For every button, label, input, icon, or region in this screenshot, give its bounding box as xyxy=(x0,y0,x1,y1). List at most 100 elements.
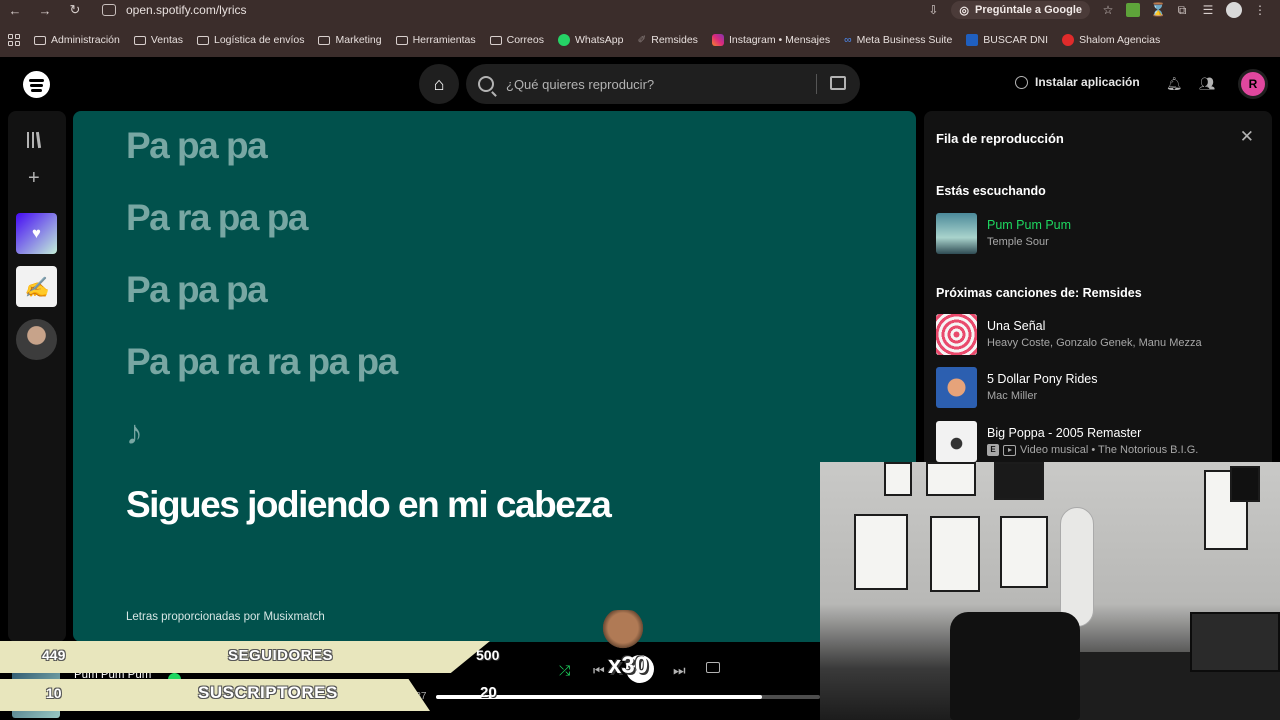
playlist-tile[interactable]: ✍ xyxy=(16,266,57,307)
site-settings-icon[interactable] xyxy=(102,4,116,16)
bookmark-meta[interactable]: ∞ Meta Business Suite xyxy=(844,34,952,46)
extension-orange-icon[interactable]: ⌛ xyxy=(1150,3,1166,17)
previous-icon[interactable]: ⏮ xyxy=(593,663,605,679)
bell-icon[interactable]: 🔔︎ xyxy=(1166,76,1183,92)
bookmark-ventas[interactable]: Ventas xyxy=(133,34,183,46)
bookmark-marketing[interactable]: Marketing xyxy=(318,34,382,46)
queue-panel: Fila de reproducción ✕ Estás escuchando … xyxy=(924,111,1272,466)
bookmark-label: WhatsApp xyxy=(574,34,624,46)
install-app-icon[interactable]: ⇩ xyxy=(925,3,941,17)
install-app-button[interactable]: Instalar aplicación xyxy=(1015,75,1140,89)
track-title[interactable]: 5 Dollar Pony Rides xyxy=(987,372,1097,386)
lyrics-panel: Pa pa pa Pa ra pa pa Pa pa pa Pa pa ra r… xyxy=(73,111,916,642)
artist-tile[interactable] xyxy=(16,319,57,360)
library-sidebar: + ♥ ✍ xyxy=(8,111,66,642)
bookmark-whatsapp[interactable]: WhatsApp xyxy=(557,34,624,46)
music-note-icon: ♪ xyxy=(126,414,143,452)
home-button[interactable]: ⌂ xyxy=(419,64,459,104)
track-title[interactable]: Big Poppa - 2005 Remaster xyxy=(987,426,1198,440)
url-text[interactable]: open.spotify.com/lyrics xyxy=(126,3,247,17)
repeat-icon[interactable] xyxy=(706,662,720,673)
profile-avatar[interactable] xyxy=(1226,2,1242,18)
address-bar[interactable]: open.spotify.com/lyrics xyxy=(102,0,247,20)
reload-icon[interactable]: ↻ xyxy=(60,2,90,18)
google-lens-icon: ◎ xyxy=(959,4,970,17)
track-artist[interactable]: Mac Miller xyxy=(987,390,1097,402)
forward-icon[interactable]: → xyxy=(30,3,60,18)
track-artist[interactable]: Temple Sour xyxy=(987,236,1071,248)
office-chair xyxy=(950,612,1080,720)
queue-item-now[interactable]: Pum Pum Pum Temple Sour xyxy=(936,212,1071,254)
bookmark-logistica[interactable]: Logística de envíos xyxy=(197,34,304,46)
bookmark-label: Marketing xyxy=(335,34,382,46)
back-icon[interactable]: ← xyxy=(0,3,30,18)
user-avatar[interactable]: R xyxy=(1238,69,1268,99)
track-title[interactable]: Una Señal xyxy=(987,319,1202,333)
instagram-icon xyxy=(711,34,724,46)
browse-icon[interactable] xyxy=(830,76,846,90)
friends-icon[interactable]: 👥︎ xyxy=(1199,76,1216,92)
lyric-line[interactable]: Pa ra pa pa xyxy=(126,197,308,239)
wall-frame xyxy=(994,462,1044,500)
next-up-heading: Próximas canciones de: Remsides xyxy=(936,286,1142,300)
lyric-line[interactable]: Pa pa pa xyxy=(126,269,268,311)
album-art xyxy=(936,420,977,462)
extension-green-icon[interactable] xyxy=(1126,3,1140,17)
bookmark-administracion[interactable]: Administración xyxy=(34,34,120,46)
spotify-logo-icon[interactable] xyxy=(23,71,50,98)
toolbar-gap xyxy=(0,20,1280,28)
ask-google-button[interactable]: ◎ Pregúntale a Google xyxy=(951,1,1090,19)
subscribers-goal-banner: 10 SUSCRIPTORES 20 xyxy=(0,679,560,711)
search-bar[interactable] xyxy=(466,64,860,104)
spotify-header: ⌂ Instalar aplicación 🔔︎ 👥︎ R xyxy=(0,57,1280,111)
lyric-line[interactable]: Pa pa ra ra pa pa xyxy=(126,341,398,383)
remsides-icon: ✐ xyxy=(637,34,647,46)
wall-frame xyxy=(1000,516,1048,588)
apps-grid-icon[interactable] xyxy=(8,34,20,46)
folder-icon xyxy=(318,35,331,45)
extensions-puzzle-icon[interactable]: ⧉ xyxy=(1174,3,1190,17)
lyric-line-active[interactable]: Sigues jodiendo en mi cabeza xyxy=(126,484,612,526)
multiplier-label: x30 xyxy=(608,652,649,679)
install-app-label: Instalar aplicación xyxy=(1035,75,1140,89)
bookmark-buscar-dni[interactable]: BUSCAR DNI xyxy=(966,34,1048,46)
liked-songs-tile[interactable]: ♥ xyxy=(16,213,57,254)
bookmark-label: Meta Business Suite xyxy=(856,34,953,46)
track-title[interactable]: Pum Pum Pum xyxy=(987,218,1071,232)
wall-frame xyxy=(884,462,912,496)
bookmark-remsides[interactable]: ✐ Remsides xyxy=(637,34,698,46)
menu-kebab-icon[interactable]: ⋮ xyxy=(1252,3,1268,17)
close-icon[interactable]: ✕ xyxy=(1240,127,1254,147)
monitor xyxy=(1190,612,1280,672)
bookmark-star-icon[interactable]: ☆ xyxy=(1100,3,1116,17)
followers-goal: 500 xyxy=(476,647,500,663)
library-icon[interactable] xyxy=(27,131,47,149)
track-artist[interactable]: Video musical • The Notorious B.I.G. xyxy=(1020,444,1198,456)
now-playing-heading: Estás escuchando xyxy=(936,184,1046,198)
bookmark-label: Shalom Agencias xyxy=(1079,34,1161,46)
track-artist[interactable]: Heavy Coste, Gonzalo Genek, Manu Mezza xyxy=(987,337,1202,349)
queue-item[interactable]: 5 Dollar Pony Rides Mac Miller xyxy=(936,366,1097,408)
reading-list-icon[interactable]: ☰ xyxy=(1200,3,1216,17)
dni-icon xyxy=(966,34,979,46)
track-subtitle: E Video musical • The Notorious B.I.G. xyxy=(987,444,1198,456)
lyric-line[interactable]: Pa pa pa xyxy=(126,125,268,167)
search-divider xyxy=(816,74,817,94)
bookmark-shalom[interactable]: Shalom Agencias xyxy=(1062,34,1160,46)
plus-icon[interactable]: + xyxy=(28,167,40,190)
shalom-icon xyxy=(1062,34,1075,46)
bookmark-label: Ventas xyxy=(150,34,183,46)
download-circle-icon xyxy=(1015,75,1028,89)
bookmarks-bar: Administración Ventas Logística de envío… xyxy=(0,28,1280,52)
bookmark-herramientas[interactable]: Herramientas xyxy=(395,34,476,46)
bookmark-instagram[interactable]: Instagram • Mensajes xyxy=(711,34,830,46)
followers-count: 449 xyxy=(42,647,66,663)
bookmark-correos[interactable]: Correos xyxy=(489,34,544,46)
queue-item[interactable]: Big Poppa - 2005 Remaster E Video musica… xyxy=(936,420,1198,462)
album-art xyxy=(936,366,977,408)
search-input[interactable] xyxy=(506,76,796,92)
next-icon[interactable]: ⏭ xyxy=(673,662,686,679)
bookmark-label: BUSCAR DNI xyxy=(983,34,1049,46)
shuffle-icon[interactable]: ⤮ xyxy=(559,662,570,679)
queue-item[interactable]: Una Señal Heavy Coste, Gonzalo Genek, Ma… xyxy=(936,313,1202,355)
